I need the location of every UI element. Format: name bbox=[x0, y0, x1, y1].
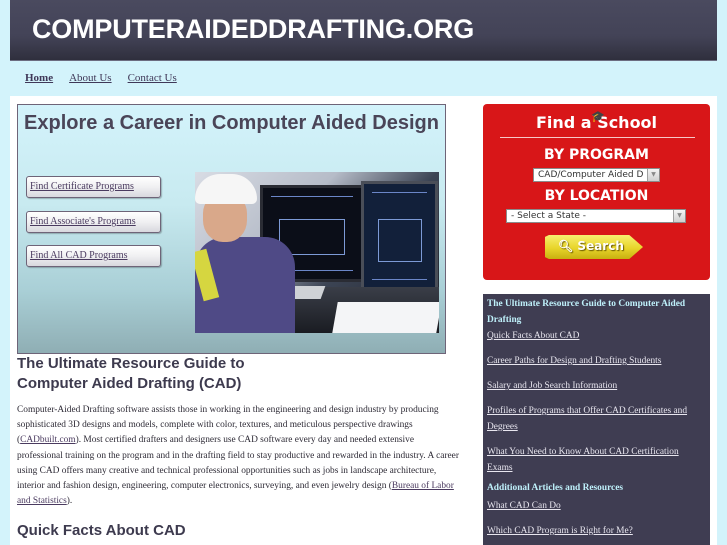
by-location-label: BY LOCATION bbox=[544, 188, 649, 204]
section-title-resource-guide: The Ultimate Resource Guide to Computer … bbox=[17, 354, 245, 394]
search-button-label: 🔍︎ Search bbox=[558, 239, 624, 253]
sidebar-heading-additional: Additional Articles and Resources bbox=[487, 483, 624, 493]
hero-title: Explore a Career in Computer Aided Desig… bbox=[24, 112, 439, 134]
search-icon: 🔍︎ bbox=[558, 239, 574, 253]
sidebar-link-salary[interactable]: Salary and Job Search Information bbox=[487, 378, 706, 394]
section-title-line-2: Computer Aided Drafting (CAD) bbox=[17, 375, 242, 392]
sidebar-heading-resource-guide: The Ultimate Resource Guide to Computer … bbox=[487, 299, 686, 325]
sidebar-link-career-paths[interactable]: Career Paths for Design and Drafting Stu… bbox=[487, 353, 706, 369]
sidebar-link-which-cad-program[interactable]: Which CAD Program is Right for Me? bbox=[487, 523, 706, 539]
chevron-down-icon[interactable]: ▼ bbox=[673, 210, 685, 222]
sidebar-link-program-profiles[interactable]: Profiles of Programs that Offer CAD Cert… bbox=[487, 403, 706, 435]
program-select-value: CAD/Computer Aided D bbox=[538, 170, 644, 180]
state-select-value: - Select a State - bbox=[511, 211, 587, 221]
graduation-cap-icon: 🎓 bbox=[591, 111, 605, 123]
site-header: COMPUTERAIDEDDRAFTING.ORG bbox=[10, 0, 717, 61]
hero-banner: Explore a Career in Computer Aided Desig… bbox=[17, 104, 446, 354]
program-select[interactable]: CAD/Computer Aided D ▼ bbox=[533, 168, 660, 182]
by-program-label: BY PROGRAM bbox=[544, 147, 649, 163]
divider bbox=[500, 137, 695, 138]
paragraph-text-3: ). bbox=[66, 496, 73, 507]
find-all-cad-programs-button[interactable]: Find All CAD Programs bbox=[26, 245, 161, 267]
site-title[interactable]: COMPUTERAIDEDDRAFTING.ORG bbox=[32, 14, 474, 45]
hero-photo bbox=[195, 172, 439, 333]
find-associates-programs-button[interactable]: Find Associate's Programs bbox=[26, 211, 161, 233]
sidebar-link-quick-facts[interactable]: Quick Facts About CAD bbox=[487, 328, 706, 344]
search-button[interactable]: 🔍︎ Search bbox=[545, 235, 643, 259]
state-select[interactable]: - Select a State - ▼ bbox=[506, 209, 686, 223]
nav-about-us[interactable]: About Us bbox=[69, 72, 111, 84]
find-certificate-programs-button[interactable]: Find Certificate Programs bbox=[26, 176, 161, 198]
cadbuilt-link[interactable]: CADbuilt.com bbox=[20, 435, 75, 445]
search-label-text: Search bbox=[577, 239, 624, 253]
main-nav: Home About Us Contact Us bbox=[25, 72, 193, 84]
monitor-right bbox=[361, 181, 438, 291]
nav-contact-us[interactable]: Contact Us bbox=[128, 72, 177, 84]
find-school-widget: Find a School 🎓 BY PROGRAM CAD/Computer … bbox=[483, 104, 710, 280]
sidebar-link-what-cad-can-do[interactable]: What CAD Can Do bbox=[487, 498, 706, 514]
blueprint-paper bbox=[332, 302, 439, 333]
section-title-line-1: The Ultimate Resource Guide to bbox=[17, 355, 245, 372]
chevron-down-icon[interactable]: ▼ bbox=[647, 169, 659, 181]
nav-home[interactable]: Home bbox=[25, 72, 53, 84]
section-title-quick-facts: Quick Facts About CAD bbox=[17, 522, 186, 539]
sidebar-nav: The Ultimate Resource Guide to Computer … bbox=[483, 294, 710, 545]
sidebar-link-certification-exams[interactable]: What You Need to Know About CAD Certific… bbox=[487, 444, 706, 476]
intro-paragraph: Computer-Aided Drafting software assists… bbox=[17, 403, 459, 509]
